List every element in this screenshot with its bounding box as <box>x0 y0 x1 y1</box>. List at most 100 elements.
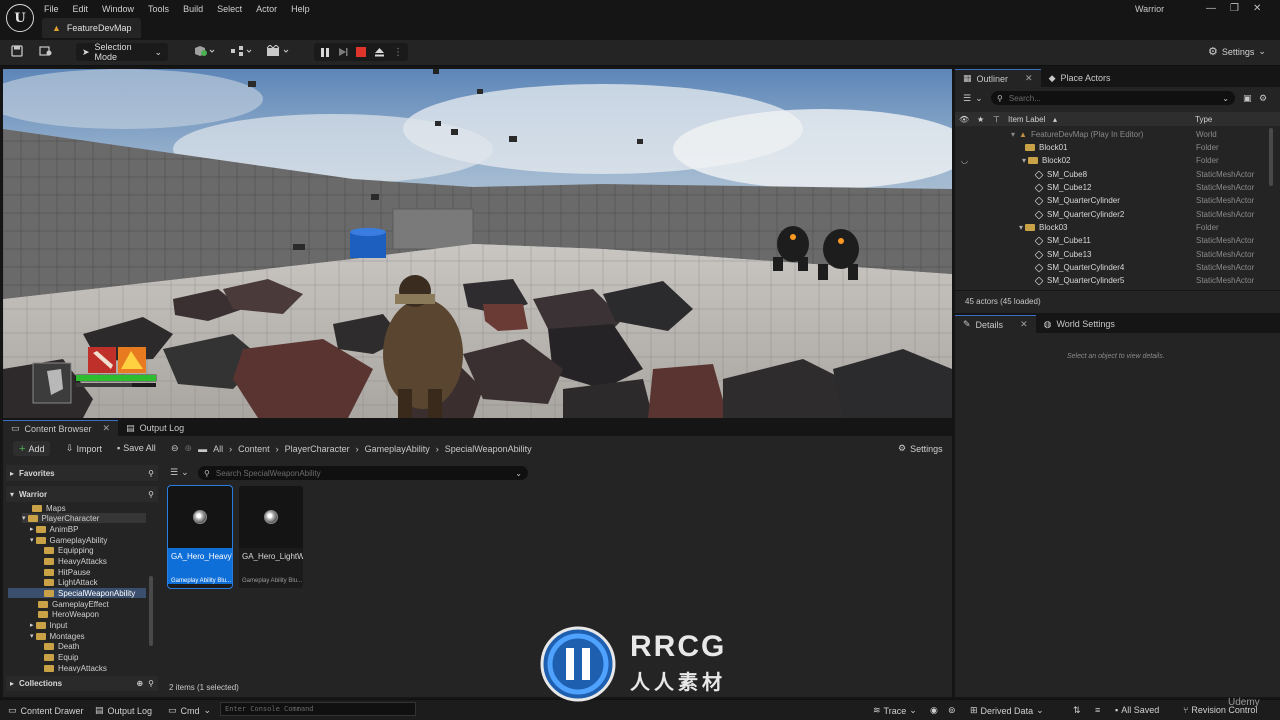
tree-item-lightattack[interactable]: LightAttack <box>44 577 98 587</box>
search-icon[interactable]: ⚲ <box>148 490 154 499</box>
snapshot-icon[interactable]: ⊚ <box>948 705 956 716</box>
record-icon[interactable]: ◉ <box>930 705 938 716</box>
list-item[interactable]: Block01 Folder <box>955 141 1270 154</box>
level-tab[interactable]: ▲ FeatureDevMap <box>42 18 142 38</box>
warrior-header[interactable]: ▾ Warrior ⚲ <box>6 486 158 502</box>
tree-item-death[interactable]: Death <box>44 641 79 651</box>
tree-scrollbar[interactable] <box>149 576 153 646</box>
stop-icon[interactable] <box>356 47 366 57</box>
pause-icon[interactable] <box>320 47 330 57</box>
breadcrumb-item[interactable]: All <box>213 444 223 454</box>
col-type[interactable]: Type <box>1195 115 1212 124</box>
more-options-icon[interactable]: ⋮ <box>393 47 403 58</box>
list-item[interactable]: SM_Cube8 StaticMeshActor <box>955 168 1270 181</box>
derived-data-button[interactable]: ⊞ Derived Data ⌄ <box>970 705 1044 716</box>
menu-select[interactable]: Select <box>217 4 250 14</box>
forward-icon[interactable]: ⊕ <box>185 443 193 454</box>
tree-item-input[interactable]: ▸ Input <box>30 620 67 630</box>
breadcrumb-item[interactable]: Content <box>238 444 270 454</box>
close-icon[interactable]: ✕ <box>1253 3 1261 14</box>
maximize-icon[interactable]: ❐ <box>1230 3 1239 14</box>
outliner-filter-button[interactable]: ☰ ⌄ <box>963 93 983 104</box>
save-all-button[interactable]: ▪ Save All <box>117 443 156 453</box>
tree-item-hitpause[interactable]: HitPause <box>44 567 90 577</box>
tab-content-browser[interactable]: ▭ Content Browser ✕ <box>3 420 119 436</box>
tree-item-heavyattacks-montage[interactable]: HeavyAttacks <box>44 663 107 673</box>
list-item[interactable]: ◡ ▾ Block02 Folder <box>955 154 1270 167</box>
step-icon[interactable] <box>338 47 348 57</box>
tree-item-montages[interactable]: ▾ Montages <box>30 631 85 641</box>
close-icon[interactable]: ✕ <box>1025 73 1033 84</box>
list-item[interactable]: SM_QuarterCylinder4 StaticMeshActor <box>955 261 1270 274</box>
sync-icon[interactable]: ⇅ <box>1073 705 1081 716</box>
asset-tile[interactable]: GA_Hero_LightWeaponAbilit... Gameplay Ab… <box>239 486 303 588</box>
add-collection-icon[interactable]: ⊕ <box>136 679 143 688</box>
tree-item-specialweaponability[interactable]: SpecialWeaponAbility <box>8 588 146 598</box>
tree-item-heroweapon[interactable]: HeroWeapon <box>38 609 99 619</box>
menu-tools[interactable]: Tools <box>148 4 177 14</box>
cmd-dropdown[interactable]: ▭ Cmd ⌄ <box>168 705 211 716</box>
list-item[interactable]: SM_QuarterCylinder StaticMeshActor <box>955 194 1270 207</box>
list-item[interactable]: SM_QuarterCylinder2 StaticMeshActor <box>955 208 1270 221</box>
pin-icon[interactable]: ⊤ <box>993 115 1000 124</box>
level-viewport[interactable] <box>3 69 952 418</box>
list-item[interactable]: ▾ ▲ FeatureDevMap (Play In Editor) World <box>955 128 1270 141</box>
tree-item-maps[interactable]: Maps <box>32 503 66 513</box>
list-item[interactable]: SM_Cube13 StaticMeshActor <box>955 248 1270 261</box>
tab-output-log[interactable]: ▤ Output Log <box>118 420 192 436</box>
tab-world-settings[interactable]: ◍ World Settings <box>1036 315 1123 333</box>
menu-actor[interactable]: Actor <box>256 4 285 14</box>
all-saved-button[interactable]: ▪ All Saved <box>1115 705 1159 715</box>
tree-item-gameplayeffect[interactable]: GameplayEffect <box>38 599 109 609</box>
close-icon[interactable]: ✕ <box>103 423 111 434</box>
search-icon[interactable]: ⚲ <box>148 679 154 688</box>
back-icon[interactable]: ⊖ <box>171 443 179 454</box>
collections-header[interactable]: ▸ Collections ⊕ ⚲ <box>6 676 158 691</box>
menu-file[interactable]: File <box>44 4 67 14</box>
tab-outliner[interactable]: ▦ Outliner ✕ <box>955 69 1041 87</box>
menu-edit[interactable]: Edit <box>73 4 97 14</box>
notifications-icon[interactable]: ≡ <box>1095 705 1100 715</box>
visibility-icon[interactable]: 👁 <box>959 115 969 124</box>
search-icon[interactable]: ⚲ <box>148 469 154 478</box>
tree-item-gameplayability[interactable]: ▾ GameplayAbility <box>30 535 107 545</box>
new-folder-icon[interactable]: ▣ <box>1243 93 1252 104</box>
tree-item-equipping[interactable]: Equipping <box>44 545 94 555</box>
blueprint-icon[interactable] <box>230 45 254 57</box>
menu-window[interactable]: Window <box>102 4 142 14</box>
browse-icon[interactable] <box>39 45 53 57</box>
col-item-label[interactable]: Item Label <box>1008 115 1045 124</box>
menu-help[interactable]: Help <box>291 4 318 14</box>
settings-gear-icon[interactable]: ⚙ <box>1259 93 1267 104</box>
output-log-button[interactable]: ▤ Output Log <box>95 705 152 716</box>
add-actor-icon[interactable] <box>193 45 217 57</box>
asset-filter-button[interactable]: ☰ ⌄ <box>170 467 189 478</box>
breadcrumb-item[interactable]: SpecialWeaponAbility <box>445 444 532 454</box>
trace-dropdown[interactable]: ≋ Trace ⌄ <box>873 705 917 716</box>
tree-item-equip[interactable]: Equip <box>44 652 78 662</box>
breadcrumb-item[interactable]: PlayerCharacter <box>285 444 350 454</box>
close-icon[interactable]: ✕ <box>1020 319 1028 330</box>
toolbar-settings-button[interactable]: ⚙ Settings ⌄ <box>1208 45 1266 58</box>
list-item[interactable]: ▾ Block03 Folder <box>955 221 1270 234</box>
list-item[interactable]: SM_Cube12 StaticMeshActor <box>955 181 1270 194</box>
selection-mode-dropdown[interactable]: ➤ Selection Mode ⌄ <box>76 42 168 62</box>
import-button[interactable]: ⇩ Import <box>66 443 102 454</box>
visibility-icon[interactable]: ◡ <box>961 156 968 165</box>
asset-tile[interactable]: GA_Hero_HeavyWeaponAbilit... Gameplay Ab… <box>167 485 233 589</box>
eject-icon[interactable] <box>374 47 385 57</box>
outliner-search-input[interactable]: ⚲ Search... ⌄ <box>991 91 1235 105</box>
minimize-icon[interactable]: — <box>1206 3 1216 14</box>
star-icon[interactable]: ★ <box>977 115 984 124</box>
cb-settings-button[interactable]: ⚙ Settings <box>898 443 943 454</box>
list-item[interactable]: SM_QuarterCylinder5 StaticMeshActor <box>955 274 1270 287</box>
content-drawer-button[interactable]: ▭ Content Drawer <box>8 705 84 716</box>
menu-build[interactable]: Build <box>183 4 211 14</box>
cinematics-icon[interactable] <box>266 45 292 57</box>
console-input[interactable]: Enter Console Command <box>220 702 416 716</box>
asset-search-input[interactable]: ⚲ Search SpecialWeaponAbility ⌄ <box>198 466 528 480</box>
tree-item-animbp[interactable]: ▸ AnimBP <box>30 524 78 534</box>
tree-item-playercharacter[interactable]: ▾ PlayerCharacter <box>22 513 146 523</box>
list-item[interactable]: SM_Cube11 StaticMeshActor <box>955 234 1270 247</box>
outliner-scrollbar[interactable] <box>1269 128 1273 186</box>
